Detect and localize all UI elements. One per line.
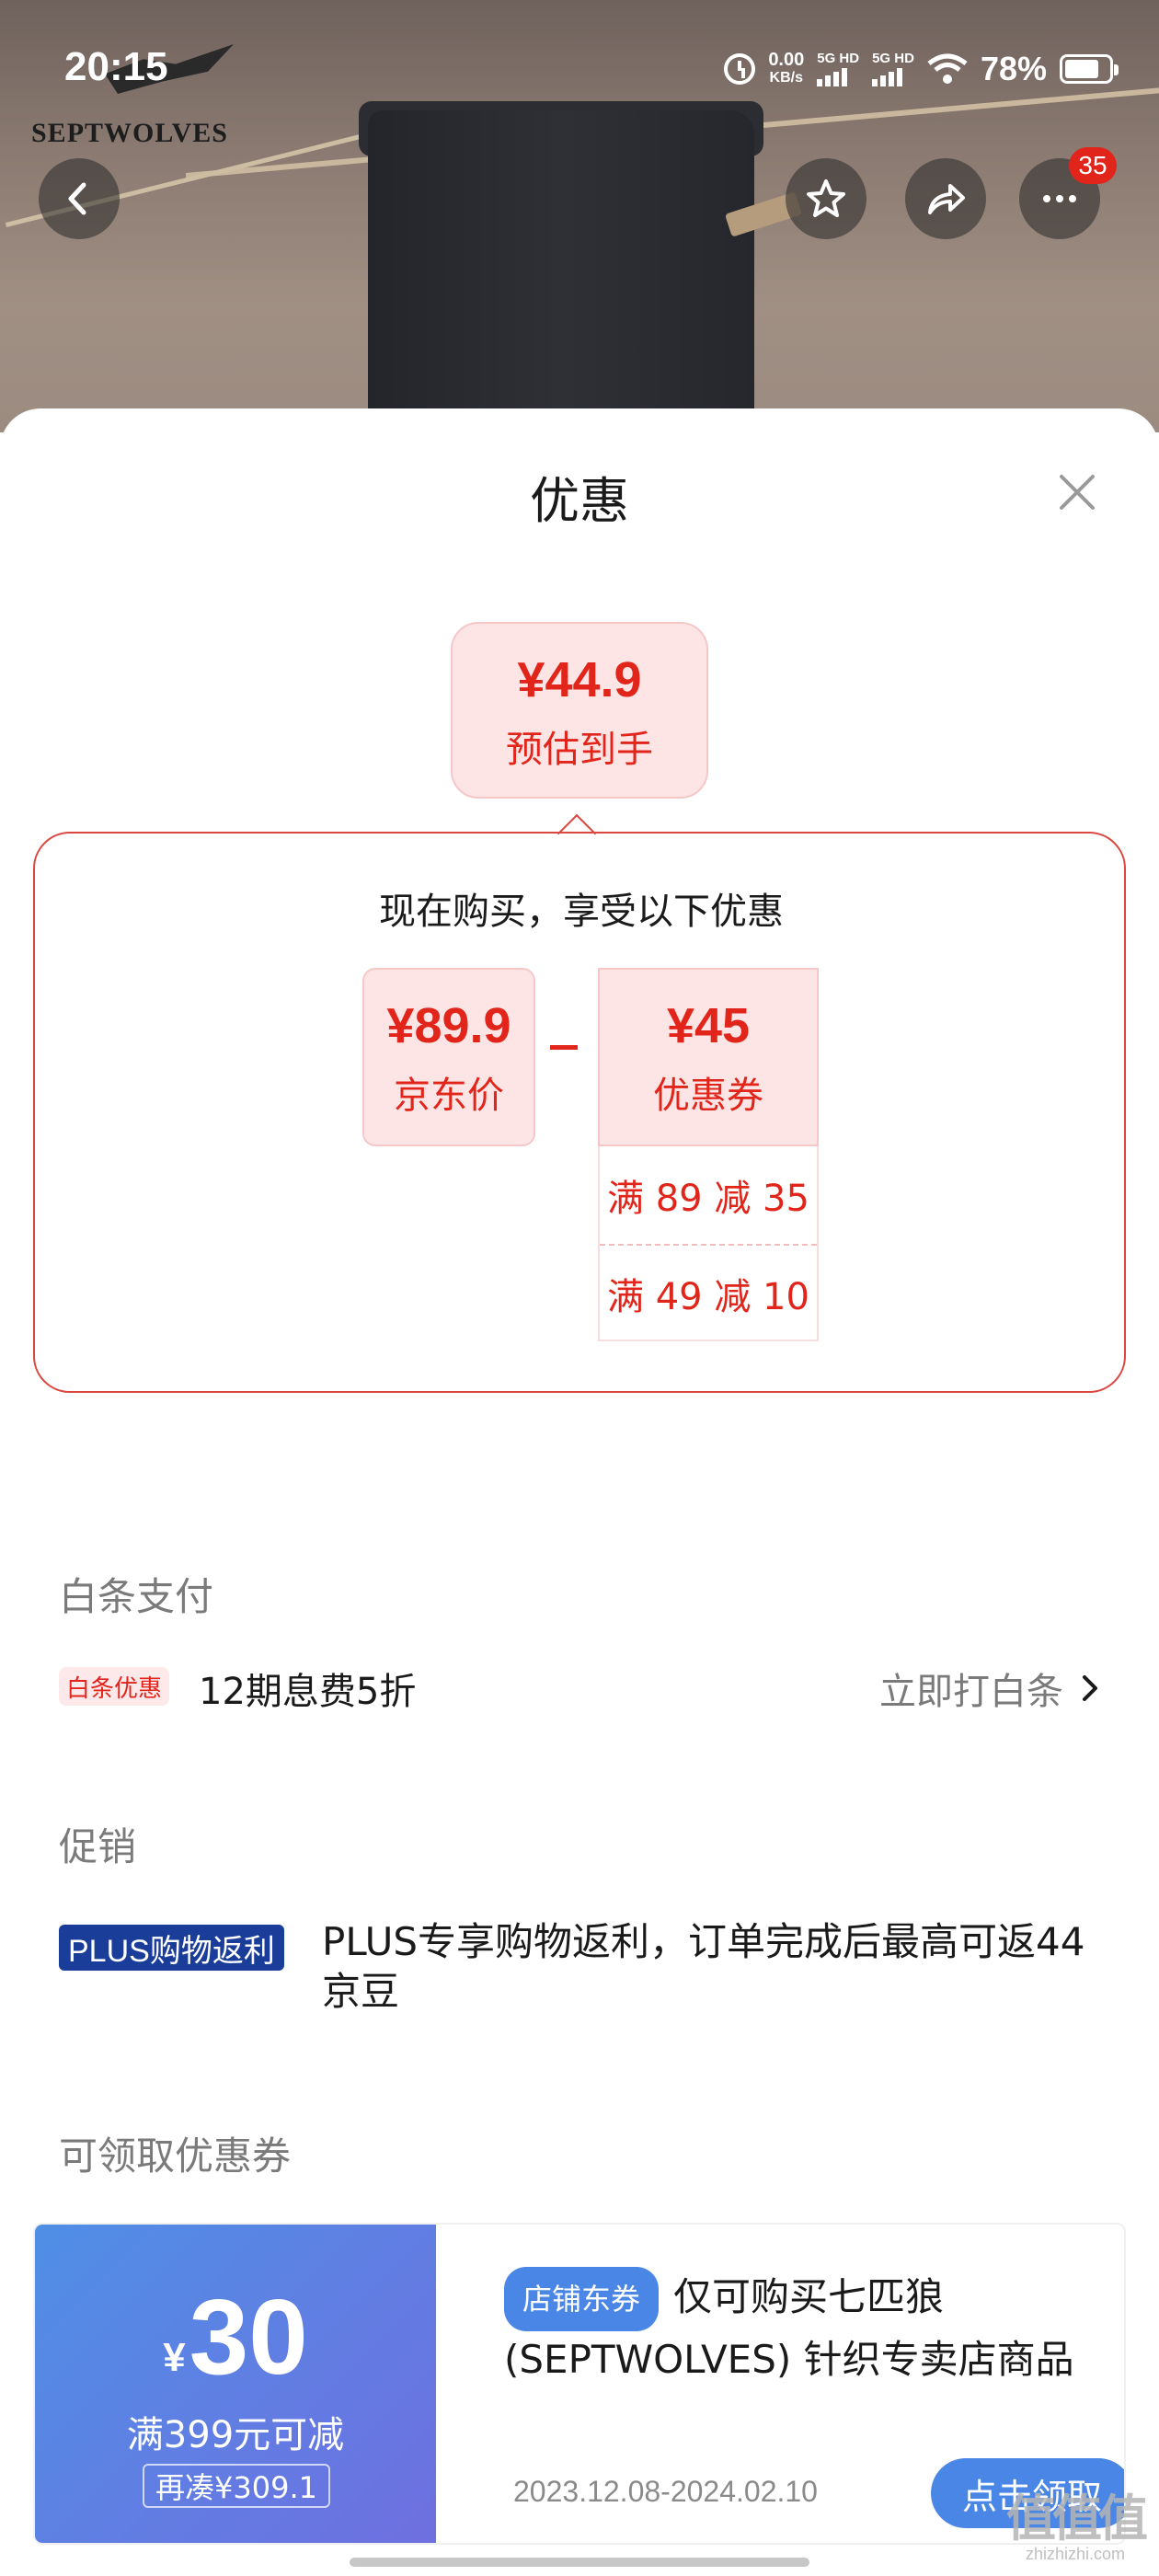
jd-price-label: 京东价	[394, 1075, 504, 1117]
favorite-button[interactable]	[786, 158, 866, 239]
coupon-rule: 满 49 减 10	[600, 1244, 817, 1341]
status-time: 20:15	[64, 44, 168, 89]
sim2-label: 5G HD	[872, 51, 914, 66]
deal-heading: 现在购买，享受以下优惠	[379, 891, 784, 933]
signal-sim1: 5G HD	[817, 52, 859, 86]
coupon-total-label: 优惠券	[653, 1075, 763, 1117]
coupon-rules-list: 满 89 减 35 满 49 减 10	[598, 1146, 819, 1341]
brand-logo: SEPTWOLVES	[31, 44, 234, 148]
coupon-amount: ¥ 30	[35, 2283, 436, 2390]
baitiao-offer-text: 12期息费5折	[199, 1671, 417, 1713]
coupon-gap-hint: 再凑¥309.1	[143, 2464, 330, 2508]
plus-rebate-text: PLUS专享购物返利，订单完成后最高可返44京豆	[322, 1919, 1085, 2014]
share-icon	[928, 184, 965, 214]
net-speed-unit: KB/s	[769, 70, 803, 86]
net-speed: 0.00 KB/s	[768, 51, 804, 87]
share-button[interactable]	[905, 158, 986, 239]
star-icon	[807, 179, 845, 217]
wifi-icon	[927, 53, 968, 84]
estimated-price: ¥44.9	[517, 652, 642, 707]
chevron-right-icon	[1083, 1675, 1097, 1701]
coupon-total-value: ¥45	[666, 998, 751, 1053]
coupon-amount-value: 30	[189, 2277, 308, 2397]
signal-sim2: 5G HD	[872, 52, 914, 86]
sim1-label: 5G HD	[817, 51, 860, 66]
coupon-description: 店铺东券 仅可购买七匹狼(SEPTWOLVES) 针织专卖店商品	[504, 2267, 1102, 2388]
coupon-condition: 满399元可减	[126, 2414, 345, 2456]
shop-coupon-card: ¥ 30 满399元可减 再凑¥309.1 店铺东券 仅可购买七匹狼(SEPTWO…	[33, 2223, 1126, 2545]
coupon-rule: 满 89 减 35	[607, 1178, 809, 1220]
jd-price-value: ¥89.9	[386, 998, 511, 1053]
plus-rebate-tag: PLUS购物返利	[59, 1925, 284, 1971]
estimated-price-label: 预估到手	[506, 729, 653, 771]
jd-price-card: ¥89.9 京东价	[362, 968, 535, 1146]
baitiao-tag: 白条优惠	[59, 1667, 170, 1706]
minus-sign	[550, 1045, 578, 1050]
brand-logo-text: SEPTWOLVES	[31, 118, 228, 148]
battery-percent: 78%	[980, 50, 1047, 87]
watermark-text: zhizhizhi.com	[1025, 2545, 1126, 2563]
promo-section-title: 促销	[59, 1824, 137, 1869]
chevron-left-icon	[68, 182, 86, 215]
message-count-badge: 35	[1069, 147, 1117, 184]
close-icon[interactable]	[1054, 469, 1100, 515]
deal-breakdown-panel: 现在购买，享受以下优惠 ¥89.9 京东价 ¥45 优惠券 满 89 减 35 …	[33, 832, 1126, 1393]
coupons-section-title: 可领取优惠券	[59, 2133, 292, 2179]
estimated-price-box: ¥44.9 预估到手	[451, 622, 708, 799]
more-dots-icon	[1043, 195, 1076, 202]
coupon-type-tag: 店铺东券	[504, 2267, 660, 2331]
signal-bars-icon	[872, 66, 903, 86]
back-button[interactable]	[39, 158, 120, 239]
coupon-total-card: ¥45 优惠券	[598, 968, 819, 1146]
watermark-logo: 值值值	[1006, 2490, 1148, 2547]
battery-icon	[1060, 54, 1119, 84]
watermark: 值值值 zhizhizhi.com	[1006, 2490, 1148, 2567]
coupon-currency: ¥	[163, 2335, 186, 2380]
signal-bars-icon	[817, 66, 848, 86]
net-speed-value: 0.00	[768, 50, 805, 70]
baitiao-section-title: 白条支付	[59, 1574, 214, 1619]
garment-shape	[368, 110, 754, 432]
alarm-icon	[724, 53, 756, 85]
coupon-date-range: 2023.12.08-2024.02.10	[513, 2475, 818, 2508]
baitiao-action-button[interactable]: 立即打白条	[879, 1662, 1100, 1715]
baitiao-action-label: 立即打白条	[879, 1671, 1063, 1713]
coupon-value-panel: ¥ 30 满399元可减 再凑¥309.1	[35, 2225, 436, 2543]
more-button[interactable]: 35	[1019, 147, 1117, 239]
home-indicator[interactable]	[350, 2558, 809, 2567]
sheet-title: 优惠	[530, 472, 629, 530]
status-bar-icons: 0.00 KB/s 5G HD 5G HD 78%	[724, 46, 1119, 92]
